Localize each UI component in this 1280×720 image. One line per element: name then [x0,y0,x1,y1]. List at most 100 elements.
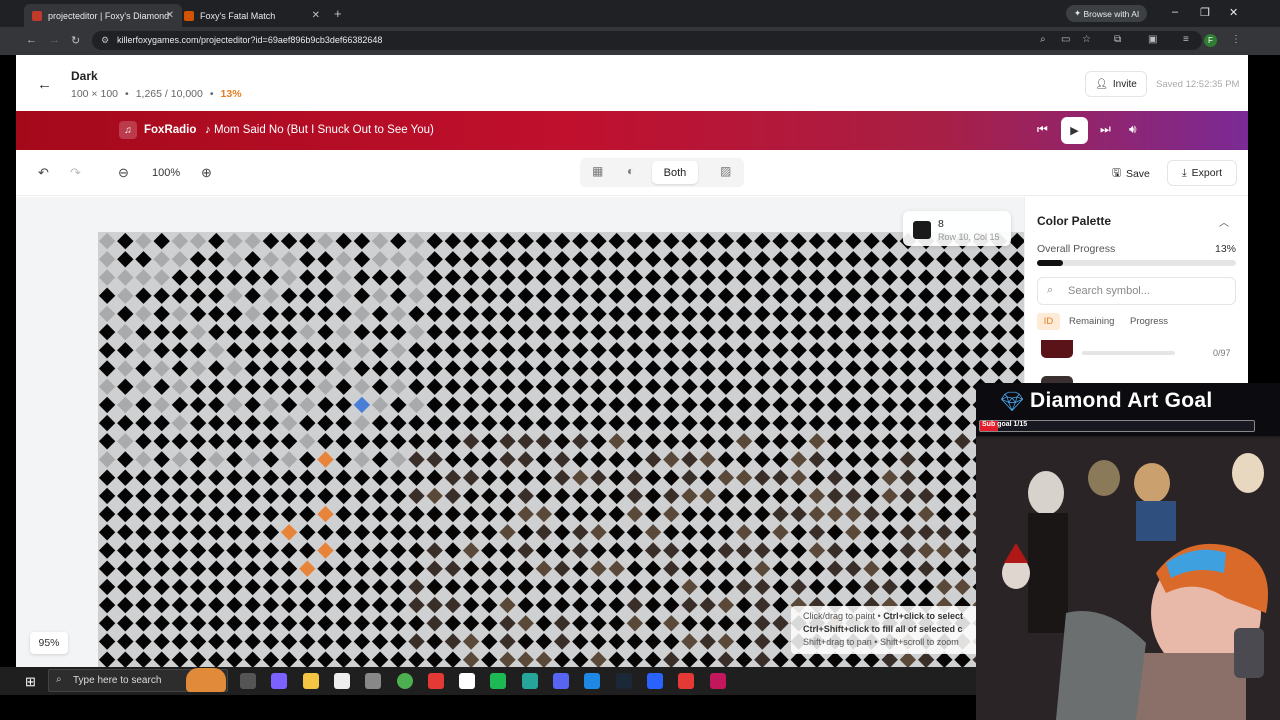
site-info-icon[interactable]: ⚙ [101,35,109,46]
project-meta: 100 × 100 • 1,265 / 10,000 • 13% [71,88,242,100]
taskbar-app-icon[interactable] [709,673,726,689]
palette-color-swatch[interactable] [1041,340,1073,358]
taskbar-copilot-icon[interactable] [271,673,288,689]
tab-title: projecteditor | Foxy's Diamond [48,10,170,21]
play-button[interactable]: ▶ [1061,117,1088,144]
screen-bottom [0,695,976,720]
palette-item-progress [1082,351,1175,355]
sub-goal-label: Sub goal 1/15 [982,421,1028,428]
browser-menu-icon[interactable]: ⋮ [1231,34,1241,45]
search-icon: ⌕ [56,674,62,685]
goal-title: Diamond Art Goal [1030,389,1213,412]
reading-list-icon[interactable]: ≡ [1183,34,1189,45]
palette-view-icon[interactable]: ◐ [627,164,634,178]
skip-forward-icon[interactable]: ⏭ [1100,122,1111,137]
new-tab-plus-icon[interactable]: + [334,6,342,21]
search-icon: ⌕ [1047,284,1054,296]
radio-song-title: ♪ Mom Said No (But I Snuck Out to See Yo… [205,124,434,136]
palette-title: Color Palette [1037,214,1112,228]
diamond-icon: 💎︎ [1000,392,1025,413]
diamond-grid[interactable] [98,232,1024,667]
zoom-in-icon[interactable]: ⊕ [201,165,212,181]
browse-with-ai-button[interactable]: ✦ Browse with AI [1066,5,1148,22]
cast-icon[interactable]: ▭ [1061,34,1070,45]
invite-button[interactable]: 👤︎ Invite [1085,71,1147,97]
zoom-level: 100% [152,167,181,179]
export-button[interactable]: ⤓ Export [1167,160,1237,186]
windows-start-icon[interactable]: ⊞ [25,674,36,690]
taskbar-app-icon[interactable] [584,673,601,689]
sort-id-tab[interactable]: ID [1037,313,1060,330]
taskbar-task-view-icon[interactable] [240,673,256,689]
help-line-3: Shift+drag to pan • Shift+scroll to zoom [803,637,959,647]
saved-status: Saved 12:52:35 PM [1156,79,1240,90]
sort-progress-tab[interactable]: Progress [1130,316,1168,327]
tooltip-symbol: 8 [938,218,944,230]
symbol-search-input[interactable]: Search symbol... [1037,277,1236,305]
overall-progress-fill [1037,260,1063,266]
save-button[interactable]: 🖫︎ Save [1112,165,1150,183]
tab-favicon-icon [184,10,194,21]
tab-close-icon[interactable]: ✕ [312,10,320,21]
zoom-out-icon[interactable]: ⊖ [118,165,129,181]
help-hint: Click/drag to paint • Ctrl+click to sele… [791,606,981,654]
view-both-button[interactable]: Both [652,161,698,184]
extensions-icon[interactable]: ⧉ [1114,34,1121,45]
chevron-up-icon[interactable]: ︿ [1219,214,1229,229]
window-close-icon[interactable]: ✕ [1229,6,1238,19]
overall-progress-value: 13% [1215,243,1237,255]
forward-icon[interactable]: → [49,34,60,46]
project-title: Dark [71,69,98,83]
redo-icon[interactable]: ↷ [70,165,81,181]
canvas-dimensions: 100 × 100 [71,88,119,100]
skip-back-icon[interactable]: ⏮ [1037,122,1048,137]
meta-separator: • [209,88,214,100]
browse-with-ai-label: Browse with AI [1083,8,1140,19]
taskbar-app-icon[interactable] [427,673,444,689]
taskbar-steam-icon[interactable] [615,673,632,689]
browser-tab[interactable]: Foxy's Fatal Match ✕ [176,4,328,27]
overall-progress-label: Overall Progress [1037,243,1116,255]
progress-percent: 13% [220,88,242,100]
taskbar-obs-icon[interactable] [459,673,476,689]
music-note-icon: ♫ [119,121,137,139]
sort-remaining-tab[interactable]: Remaining [1069,316,1114,327]
minimize-icon[interactable]: – [1172,6,1178,18]
overall-progress-track [1037,260,1236,266]
diamond-grid-svg [98,232,1024,667]
taskbar-discord-icon[interactable] [553,673,569,689]
taskbar-app-icon[interactable] [365,673,382,689]
bookmark-star-icon[interactable]: ☆ [1082,34,1091,45]
volume-icon[interactable]: 🔊︎ [1129,122,1137,137]
sidebar-icon[interactable]: ▣ [1148,34,1157,45]
back-icon[interactable]: ← [26,34,37,46]
image-view-icon[interactable]: ▨ [720,164,731,178]
taskbar-app-icon[interactable] [521,673,538,689]
reload-icon[interactable]: ↻ [71,34,80,47]
taskbar-app-icon[interactable] [678,673,695,689]
browser-tab-active[interactable]: projecteditor | Foxy's Diamond ✕ [24,4,182,27]
fox-mascot-icon [186,668,226,692]
taskbar-notepad-icon[interactable] [333,673,350,689]
save-icon: 🖫︎ [1112,167,1121,179]
restore-icon[interactable]: ❐ [1200,6,1210,19]
url-field[interactable]: killerfoxygames.com/projecteditor?id=69a… [92,31,1202,50]
export-label: Export [1191,167,1222,179]
profile-avatar[interactable]: F [1204,34,1217,47]
tab-close-icon[interactable]: ✕ [166,10,174,21]
back-arrow-icon[interactable]: ← [37,76,52,93]
download-icon: ⤓ [1181,166,1187,179]
taskbar-spotify-icon[interactable] [490,673,507,689]
taskbar-file-explorer-icon[interactable] [302,673,319,689]
tooltip-position: Row 10, Col 15 [938,232,1000,242]
zoom-badge: 95% [30,632,68,654]
user-plus-icon: 👤︎ [1095,78,1108,90]
radio-station-name: FoxRadio [144,124,197,136]
undo-icon[interactable]: ↶ [38,165,49,181]
zoom-icon[interactable]: ⌕ [1040,34,1046,45]
taskbar-app-icon[interactable] [646,673,663,689]
meta-separator: • [125,88,129,100]
grid-view-icon[interactable]: ▦ [592,164,603,178]
save-label: Save [1125,168,1150,180]
taskbar-chrome-icon[interactable] [396,673,413,689]
